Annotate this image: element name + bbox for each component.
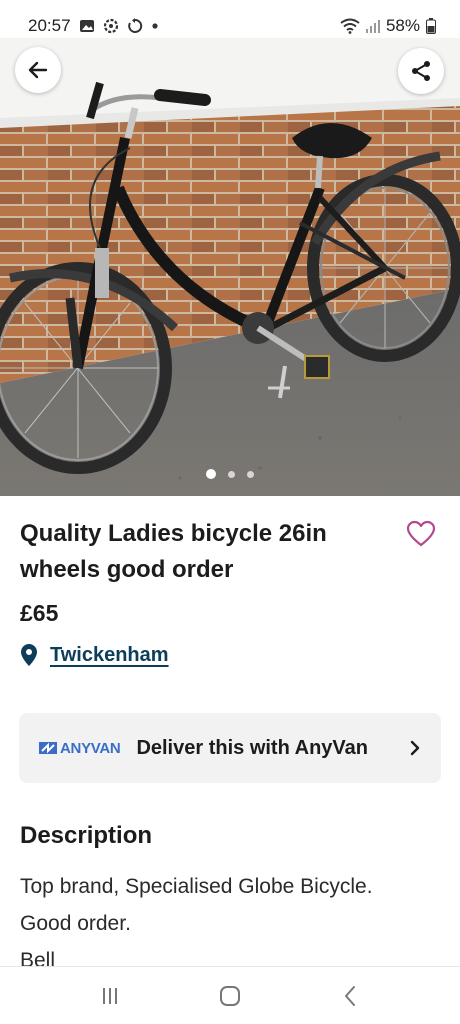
anyvan-logo-text: ANYVAN <box>60 739 121 757</box>
battery-icon <box>426 18 436 34</box>
heart-icon <box>406 520 436 547</box>
share-button[interactable] <box>398 48 444 94</box>
location-link[interactable]: Twickenham <box>20 643 169 667</box>
dot-icon <box>151 22 159 30</box>
description-heading: Description <box>20 822 153 849</box>
listing-price: £65 <box>20 600 59 626</box>
back-button[interactable] <box>15 47 61 93</box>
favourite-button[interactable] <box>406 520 436 553</box>
sync-icon <box>127 18 143 34</box>
description-line: Good order. <box>20 912 131 935</box>
recent-apps-button[interactable] <box>80 976 140 1016</box>
listing-image-carousel[interactable] <box>0 38 460 496</box>
description-body: Top brand, Specialised Globe Bicycle. Go… <box>20 868 440 966</box>
carousel-dot[interactable] <box>206 469 216 479</box>
carousel-indicator <box>0 469 460 479</box>
anyvan-logo-icon <box>39 742 57 754</box>
recent-apps-icon <box>103 987 117 1004</box>
listing-title: Quality Ladies bicycle 26in wheels good … <box>20 520 327 583</box>
location-label[interactable]: Twickenham <box>50 644 169 667</box>
signal-icon <box>365 18 380 34</box>
bicycle-photo <box>0 38 460 496</box>
home-icon <box>220 985 240 1006</box>
share-icon <box>412 61 430 81</box>
back-icon <box>345 985 355 1006</box>
carousel-dot[interactable] <box>247 470 254 478</box>
anyvan-delivery-card[interactable]: ANYVAN Deliver this with AnyVan <box>19 713 441 783</box>
arrow-left-icon <box>28 61 48 79</box>
battery-percent: 58% <box>385 16 420 35</box>
settings-notification-icon <box>103 18 119 34</box>
wifi-icon <box>340 18 360 34</box>
status-time: 20:57 <box>28 16 71 35</box>
status-right: 58% <box>340 16 436 36</box>
status-left: 20:57 <box>28 16 159 36</box>
chevron-right-icon <box>409 740 421 756</box>
description-line: Bell <box>20 949 56 966</box>
image-notification-icon <box>79 18 95 34</box>
anyvan-label: Deliver this with AnyVan <box>136 736 368 759</box>
description-line: Top brand, Specialised Globe Bicycle. <box>20 875 373 898</box>
system-navigation-bar <box>0 966 460 1024</box>
anyvan-logo: ANYVAN <box>39 739 121 757</box>
carousel-dot[interactable] <box>228 470 235 478</box>
nav-back-button[interactable] <box>320 976 380 1016</box>
home-button[interactable] <box>200 976 260 1016</box>
location-pin-icon <box>21 644 37 666</box>
